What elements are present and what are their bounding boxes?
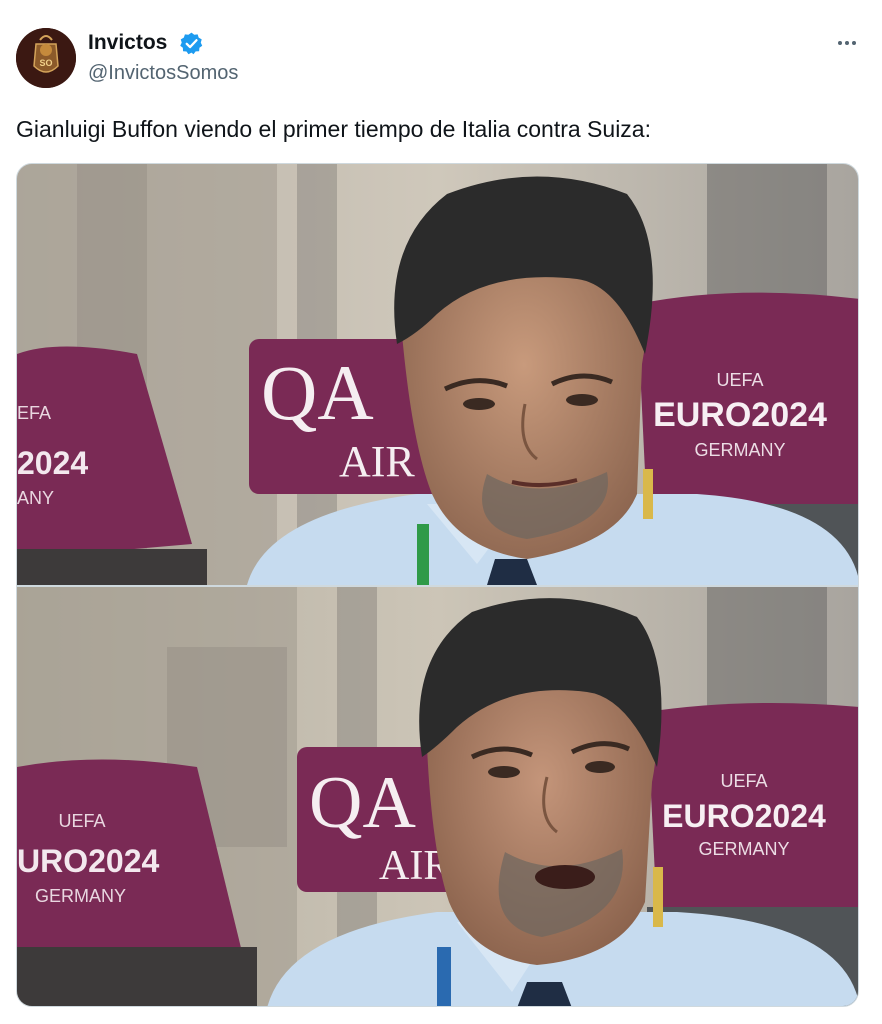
photo-buffon-1[interactable]: EFA 2024 ANY QA AIR UEFA EURO2024 GERMAN… xyxy=(17,164,858,585)
verified-badge-icon xyxy=(180,32,203,55)
right-seat-logo-2: UEFA xyxy=(720,771,767,791)
avatar-crest-text: SO xyxy=(39,58,52,68)
author-name[interactable]: Invictos xyxy=(88,31,167,55)
photo-buffon-1-image: EFA 2024 ANY QA AIR UEFA EURO2024 GERMAN… xyxy=(17,164,858,585)
right-seat-logo: UEFA xyxy=(716,370,763,390)
tweet-text: Gianluigi Buffon viendo el primer tiempo… xyxy=(16,116,651,142)
avatar[interactable]: SO xyxy=(16,28,76,88)
sponsor-board-top: QA xyxy=(261,349,374,436)
left-seat-logo-2: UEFA xyxy=(58,811,105,831)
left-seat-subtitle-2: GERMANY xyxy=(35,886,126,906)
photo-buffon-2[interactable]: UEFA URO2024 GERMANY QA AIR UEFA EURO202… xyxy=(17,587,858,1006)
sponsor-board-top-2: QA xyxy=(309,762,416,844)
right-seat-title: EURO2024 xyxy=(653,396,827,434)
tweet-media: EFA 2024 ANY QA AIR UEFA EURO2024 GERMAN… xyxy=(16,163,859,1007)
more-options-icon[interactable] xyxy=(832,30,862,56)
left-seat-subtitle: ANY xyxy=(17,488,54,508)
left-seat-title: 2024 xyxy=(17,445,88,481)
photo-buffon-2-image: UEFA URO2024 GERMANY QA AIR UEFA EURO202… xyxy=(17,587,858,1006)
right-seat-subtitle-2: GERMANY xyxy=(698,839,789,859)
tweet-header: SO Invictos @InvictosSomos xyxy=(16,28,866,90)
left-seat-title-2: URO2024 xyxy=(17,843,160,879)
right-seat-subtitle: GERMANY xyxy=(694,440,785,460)
left-seat-logo: EFA xyxy=(17,403,51,423)
right-seat-title-2: EURO2024 xyxy=(662,798,826,834)
invictos-crest-logo: SO xyxy=(16,28,76,88)
sponsor-board-bottom: AIR xyxy=(339,437,415,486)
author-handle[interactable]: @InvictosSomos xyxy=(88,62,238,85)
